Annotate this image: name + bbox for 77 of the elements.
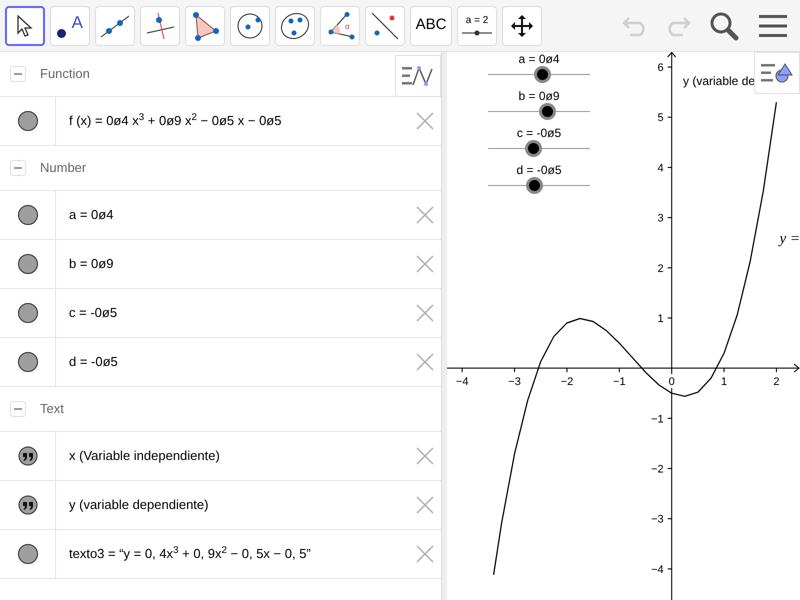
style-bar-icon (402, 65, 434, 87)
tool-button[interactable]: α (320, 6, 360, 46)
axis-tick-label: −2 (651, 464, 664, 476)
axis-tick-label: 2 (658, 262, 664, 275)
slider-label: d = -0ø5 (516, 163, 562, 177)
tool-button[interactable] (5, 6, 45, 46)
close-icon (416, 112, 434, 130)
graph-text: y (variable de (683, 73, 756, 90)
axis-tick-label: 1 (658, 312, 664, 325)
quote-icon[interactable] (18, 495, 38, 515)
group-header: Function (40, 65, 90, 84)
tool-button[interactable]: a = 2 (457, 6, 497, 46)
visibility-toggle[interactable] (18, 303, 38, 323)
group-header: Text (40, 400, 64, 418)
slider-thumb[interactable] (539, 103, 556, 120)
tool-button[interactable]: ABC (410, 6, 452, 46)
close-icon (416, 545, 434, 563)
algebra-entry[interactable]: b = 0ø9 (56, 254, 414, 274)
axis-tick-label: −2 (560, 376, 574, 388)
slider-thumb[interactable] (526, 177, 543, 194)
style-bar-toggle[interactable] (395, 55, 441, 97)
axis-tick-label: −4 (456, 376, 468, 388)
close-icon (416, 304, 434, 322)
slider-icon (462, 30, 492, 36)
line-icon (100, 12, 130, 38)
collapse-toggle[interactable] (10, 401, 26, 417)
perpendicular-line-icon (145, 12, 175, 40)
slider-label: c = -0ø5 (516, 126, 562, 140)
group-header: Number (40, 159, 86, 178)
close-icon (416, 353, 434, 371)
axis-tick-label: −1 (613, 376, 626, 388)
menu-icon (759, 14, 787, 38)
axis-tick-label: 2 (773, 376, 780, 388)
close-icon (416, 496, 434, 514)
graph-text: y = (779, 230, 800, 249)
collapse-toggle[interactable] (10, 160, 26, 176)
pointer-icon (16, 14, 34, 36)
slider-label: b = 0ø9 (518, 89, 560, 103)
algebra-entry[interactable]: c = -0ø5 (56, 303, 414, 323)
axis-tick-label: 4 (658, 162, 664, 174)
collapse-toggle[interactable] (10, 66, 26, 82)
algebra-entry[interactable]: a = 0ø4 (56, 205, 414, 225)
algebra-entry[interactable]: y (variable dependiente) (56, 495, 414, 515)
algebra-entry[interactable]: x (Variable independiente) (56, 446, 414, 466)
style-bar-icon (761, 62, 793, 84)
algebra-entry[interactable]: texto3 = “y = 0, 4x$^{3}$ + 0, 9x$^{2}$ − 0, 5x − 0, 5” (56, 544, 414, 564)
axis-tick-label: 1 (721, 376, 728, 388)
slider-label: a = 0ø4 (518, 52, 560, 66)
ellipse-icon (279, 12, 311, 40)
axis-tick-label: 6 (658, 62, 664, 74)
visibility-toggle[interactable] (18, 205, 38, 225)
circle-icon (236, 12, 264, 40)
visibility-toggle[interactable] (18, 111, 38, 131)
axis-tick-label: −4 (651, 564, 664, 576)
slider-thumb[interactable] (534, 66, 552, 83)
move-arrows-icon (510, 14, 534, 38)
axis-tick-label: 0 (668, 376, 675, 388)
close-icon (416, 255, 434, 273)
axis-tick-label: −1 (651, 413, 664, 426)
close-icon (416, 206, 434, 224)
slider-thumb[interactable] (524, 140, 542, 157)
visibility-toggle[interactable] (18, 544, 38, 564)
tool-button[interactable]: A (50, 6, 90, 46)
visibility-toggle[interactable] (18, 254, 38, 274)
algebra-entry[interactable]: d = -0ø5 (56, 352, 414, 372)
quote-icon[interactable] (18, 446, 38, 466)
axis-tick-label: −3 (508, 376, 521, 388)
triangle-icon (190, 10, 220, 40)
visibility-toggle[interactable] (18, 352, 38, 372)
close-icon (416, 447, 434, 465)
search-icon (709, 10, 739, 40)
algebra-entry[interactable]: f (x) = 0ø4 x$^{3}$ + 0ø9 x$^{2}$ − 0ø5 x − 0ø5 (56, 111, 414, 131)
point-and-line-icon (370, 10, 400, 40)
axis-tick-label: 3 (658, 212, 664, 225)
axis-tick-label: −3 (651, 514, 664, 526)
axis-tick-label: 5 (658, 112, 664, 124)
style-bar-toggle[interactable] (754, 52, 800, 94)
